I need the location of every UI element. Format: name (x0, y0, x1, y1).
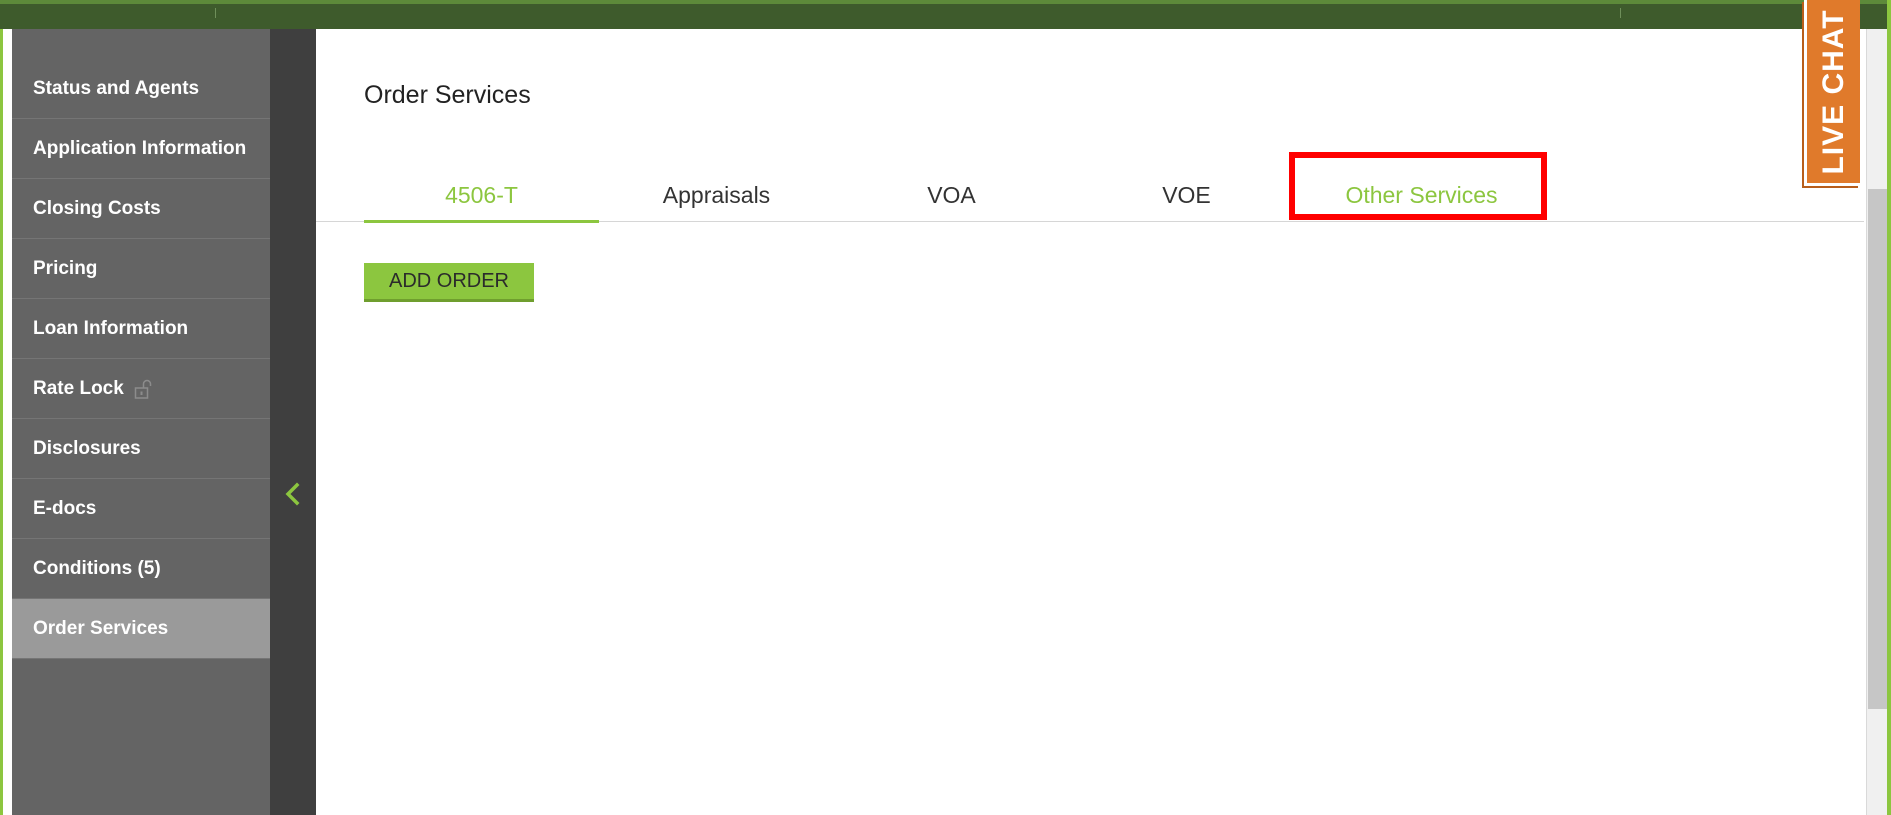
sidebar-item-label: Conditions (5) (33, 557, 161, 579)
left-edge (0, 29, 12, 815)
unlocked-padlock-icon (134, 378, 152, 400)
sidebar-item-label: Status and Agents (33, 77, 200, 99)
chevron-left-icon (285, 482, 300, 506)
sidebar-item-label: Order Services (33, 617, 169, 639)
sidebar-item-label: Application Information (33, 137, 247, 159)
topbar-divider (215, 8, 216, 18)
sidebar-item-rate-lock[interactable]: Rate Lock (12, 359, 270, 419)
tab-voe[interactable]: VOE (1069, 169, 1304, 221)
sidebar-item-pricing[interactable]: Pricing (12, 239, 270, 299)
sidebar-item-order-services[interactable]: Order Services (12, 599, 270, 659)
app-window: Status and Agents Application Informatio… (0, 0, 1891, 815)
sidebar-item-closing-costs[interactable]: Closing Costs (12, 179, 270, 239)
live-chat-label: LIVE CHAT (1816, 8, 1850, 175)
collapse-sidebar-button[interactable] (280, 479, 306, 509)
sidebar-item-label: Closing Costs (33, 197, 161, 219)
main-content: Order Services 4506-T Appraisals VOA VOE… (316, 29, 1866, 815)
sidebar-item-label: E-docs (33, 497, 97, 519)
sidebar-item-application-information[interactable]: Application Information (12, 119, 270, 179)
sidebar-item-disclosures[interactable]: Disclosures (12, 419, 270, 479)
tab-4506-t[interactable]: 4506-T (364, 169, 599, 223)
tab-appraisals[interactable]: Appraisals (599, 169, 834, 221)
tab-other-services[interactable]: Other Services (1304, 169, 1539, 221)
sidebar-item-status-and-agents[interactable]: Status and Agents (12, 59, 270, 119)
page-title: Order Services (364, 81, 531, 109)
top-bar (0, 0, 1891, 29)
order-services-tabs: 4506-T Appraisals VOA VOE Other Services (316, 169, 1864, 223)
sidebar-item-e-docs[interactable]: E-docs (12, 479, 270, 539)
right-edge (1887, 0, 1891, 815)
sidebar-item-label: Rate Lock (33, 377, 124, 399)
sidebar-item-label: Pricing (33, 257, 98, 279)
sidebar-item-label: Disclosures (33, 437, 141, 459)
sidebar-item-conditions[interactable]: Conditions (5) (12, 539, 270, 599)
sidebar: Status and Agents Application Informatio… (12, 29, 270, 815)
add-order-button[interactable]: ADD ORDER (364, 263, 534, 299)
tab-voa[interactable]: VOA (834, 169, 1069, 221)
sidebar-item-loan-information[interactable]: Loan Information (12, 299, 270, 359)
live-chat-button[interactable]: LIVE CHAT (1804, 0, 1860, 186)
sidebar-item-label: Loan Information (33, 317, 189, 339)
topbar-divider (1620, 8, 1621, 18)
sidebar-collapse-rail (270, 29, 316, 815)
